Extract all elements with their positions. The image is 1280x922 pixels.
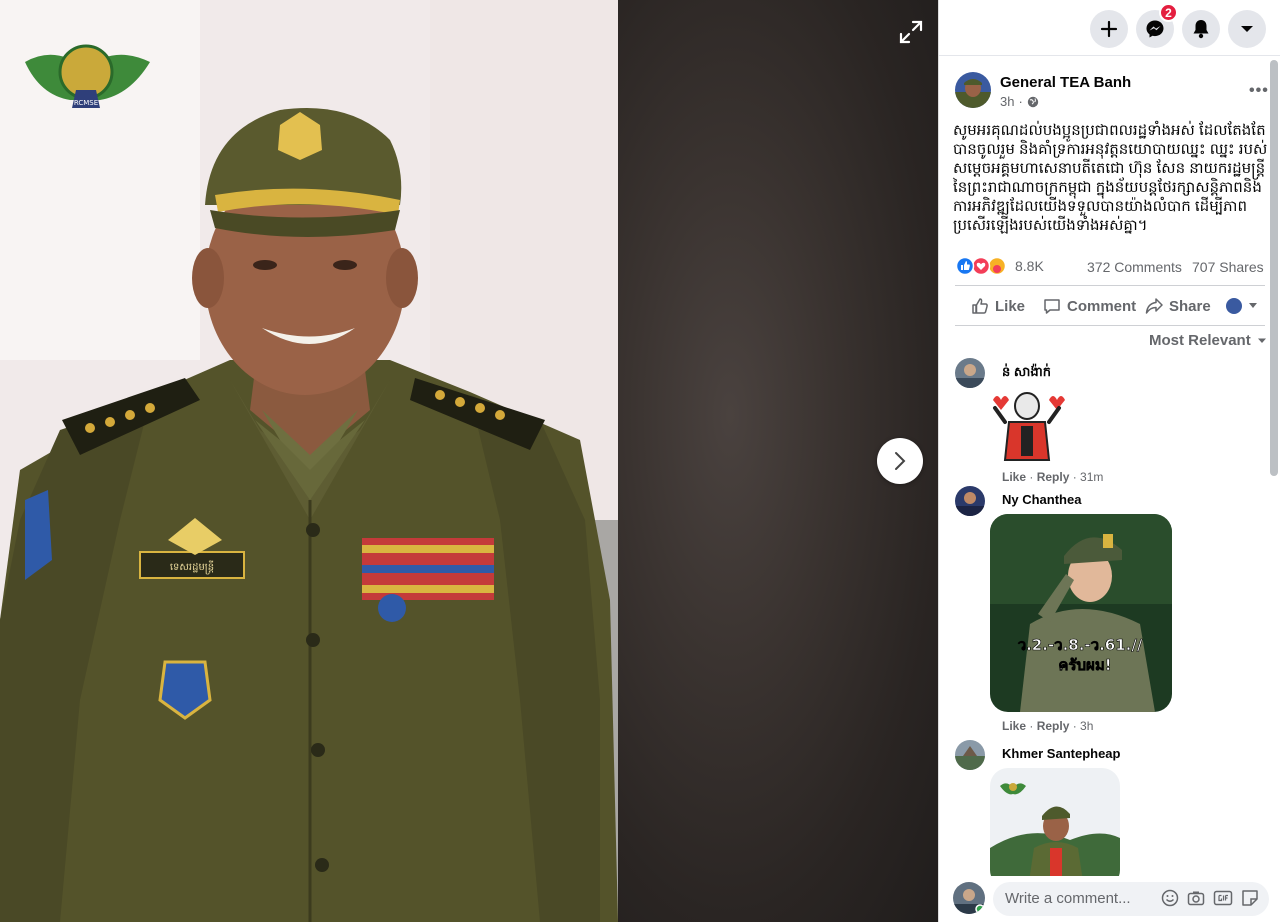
comment-time[interactable]: 31m [1080,470,1103,484]
comment-label: Comment [1067,297,1137,315]
comment-actions: Like · Reply · 3h [1002,719,1094,733]
share-button[interactable]: Share [1145,294,1211,318]
comment-reply-link[interactable]: Reply [1037,719,1070,733]
share-icon [1145,298,1163,314]
profile-avatar-icon [1226,298,1242,314]
photo-viewer: ទេសរដ្ឋមន្ត្រី RCMSE [0,0,938,922]
author-avatar[interactable] [955,72,991,108]
care-reaction-icon [987,256,1007,276]
camera-icon[interactable] [1187,889,1205,907]
love-reaction-icon [971,256,991,276]
post-options-button[interactable]: ••• [1249,82,1269,100]
expand-icon[interactable] [897,18,925,46]
caret-down-icon [1249,303,1257,308]
top-bar: 2 [939,0,1280,56]
like-label: Like [995,297,1026,315]
post-meta: 3h · [1000,94,1039,109]
comment-sticker[interactable] [987,386,1069,466]
next-arrow-icon [895,452,906,470]
name-badge-text: ទេសរដ្ឋមន្ត្រី [170,560,214,575]
comment-actions: Like · Reply · 31m [1002,470,1104,484]
commenter-name[interactable]: ន់ សាង៉ាក់ [1002,364,1051,383]
commenter-name[interactable]: Ny Chanthea [1002,492,1081,507]
post-time[interactable]: 3h [1000,94,1014,109]
post-header: General TEA Banh 3h · ••• [955,72,1271,112]
divider [955,285,1265,286]
post-side-panel: 2 General TEA Banh 3h · ••• សូមអរគុណដល់ប… [938,0,1280,922]
share-label: Share [1169,297,1211,315]
sticker-icon[interactable] [1241,889,1259,907]
messenger-button[interactable]: 2 [1136,3,1178,48]
post-text: សូមអរគុណដល់បងប្អូនប្រជាពលរដ្ឋទាំងអស់ ដែល… [953,122,1268,234]
comment-item: ន់ សាង៉ាក់ Like · Reply · 31m [955,358,1265,484]
watermark-caption: RCMSE [74,99,98,107]
photo-illustration: ទេសរដ្ឋមន្ត្រី RCMSE [0,0,618,922]
thumbs-up-icon [972,298,988,314]
comment-image[interactable]: ว.2.-ว.8.-ว.61.// ครับผม! [990,514,1172,712]
my-avatar[interactable] [953,882,985,914]
comment-sort-dropdown[interactable]: Most Relevant [1149,332,1267,349]
comment-item: Khmer Santepheap [955,740,1265,876]
comments-count[interactable]: 372 Comments [1087,259,1182,275]
notifications-button[interactable] [1182,10,1220,48]
comment-composer: Write a comment... [953,880,1269,918]
comments-list: ន់ សាង៉ាក់ Like · Reply · 31m Ny Chanthe… [939,352,1269,876]
commenter-name[interactable]: Khmer Santepheap [1002,746,1120,761]
like-button[interactable]: Like [971,294,1025,318]
commenter-avatar[interactable] [955,358,985,388]
divider [955,325,1265,326]
messenger-icon [1146,20,1164,38]
post-actions: Like Comment Share [955,288,1265,324]
globe-icon [1027,96,1039,107]
comment-icon [1044,299,1060,314]
comment-like-link[interactable]: Like [1002,719,1026,733]
plus-icon [1100,20,1118,38]
post-photo[interactable]: ទេសរដ្ឋមន្ត្រី RCMSE [0,0,618,922]
panel-scrollbar[interactable] [1270,60,1278,476]
account-menu-button[interactable] [1228,10,1266,48]
image-overlay-text-1: ว.2.-ว.8.-ว.61.// [1018,636,1143,654]
commenter-avatar[interactable] [955,486,985,516]
messenger-badge: 2 [1159,3,1178,22]
bell-icon [1193,20,1209,39]
reaction-icons[interactable] [955,256,1009,276]
comment-image[interactable] [990,768,1120,876]
reactions-bar: 8.8K 372 Comments 707 Shares [955,256,1271,276]
create-button[interactable] [1090,10,1128,48]
comment-time[interactable]: 3h [1080,719,1093,733]
like-reaction-icon [955,256,975,276]
shares-count[interactable]: 707 Shares [1192,259,1264,275]
composer-icons [1161,889,1259,907]
caret-down-icon [1241,26,1253,32]
sort-label: Most Relevant [1149,332,1251,349]
comment-button[interactable]: Comment [1043,294,1136,318]
commenter-avatar[interactable] [955,740,985,770]
emoji-icon[interactable] [1161,889,1179,907]
comment-like-link[interactable]: Like [1002,470,1026,484]
comment-reply-link[interactable]: Reply [1037,470,1070,484]
share-as-selector[interactable] [1225,294,1259,318]
caret-down-icon [1257,338,1266,343]
gif-icon[interactable] [1213,889,1233,907]
post-author[interactable]: General TEA Banh [1000,74,1131,91]
reaction-count[interactable]: 8.8K [1015,258,1044,274]
image-overlay-text-2: ครับผม! [1058,656,1111,674]
comment-item: Ny Chanthea ว.2.-ว.8.-ว.61.// ครับผม! Li… [955,486,1265,736]
next-photo-button[interactable] [877,438,923,484]
